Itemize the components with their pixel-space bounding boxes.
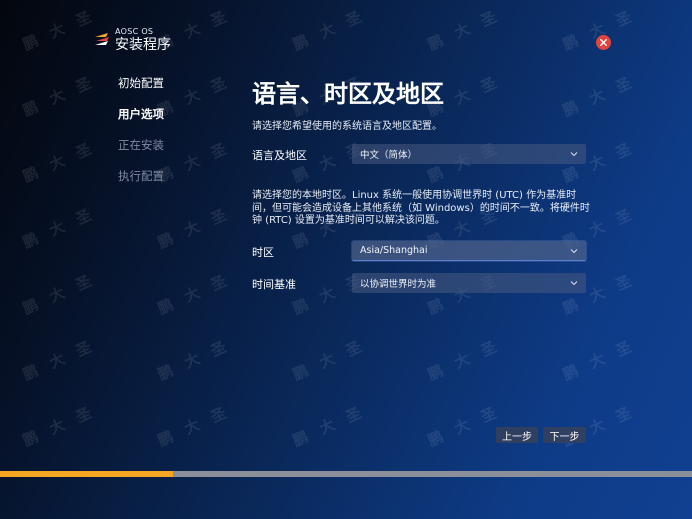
watermark-text: 鹏大圣 (20, 200, 107, 252)
watermark-text: 鹏大圣 (425, 332, 512, 384)
language-label: 语言及地区 (252, 149, 307, 162)
intro-text: 请选择您希望使用的系统语言及地区配置。 (252, 121, 442, 132)
install-progress-bar (0, 471, 692, 477)
watermark-text: 鹏大圣 (560, 68, 647, 120)
watermark-text: 鹏大圣 (155, 266, 242, 318)
watermark-text: 鹏大圣 (155, 68, 242, 120)
rtc-select[interactable]: 以协调世界时为准 (352, 273, 586, 293)
step-sidebar: 初始配置 用户选项 正在安装 执行配置 (118, 76, 164, 200)
rtc-label: 时间基准 (252, 278, 296, 291)
watermark-text: 鹏大圣 (155, 134, 242, 186)
watermark-text: 鹏大圣 (560, 332, 647, 384)
watermark-text: 鹏大圣 (290, 332, 377, 384)
rtc-select-value: 以协调世界时为准 (360, 279, 437, 290)
aosc-logo-icon (95, 33, 109, 45)
chevron-down-icon (570, 281, 578, 286)
step-post-config: 执行配置 (118, 169, 164, 183)
step-initial-config: 初始配置 (118, 76, 164, 90)
timezone-label: 时区 (252, 246, 274, 259)
watermark-text: 鹏大圣 (425, 2, 512, 54)
watermark-text: 鹏大圣 (20, 266, 107, 318)
app-brand: AOSC OS 安装程序 (93, 28, 171, 52)
language-select-value: 中文（简体） (360, 150, 418, 161)
watermark-text: 鹏大圣 (20, 332, 107, 384)
watermark-text: 鹏大圣 (290, 398, 377, 450)
watermark-text: 鹏大圣 (155, 398, 242, 450)
watermark-text: 鹏大圣 (20, 398, 107, 450)
close-icon (600, 39, 607, 46)
step-user-options: 用户选项 (118, 107, 164, 121)
chevron-down-icon (570, 152, 578, 157)
watermark-text: 鹏大圣 (290, 2, 377, 54)
watermark-text: 鹏大圣 (20, 134, 107, 186)
brand-app-title: 安装程序 (115, 37, 171, 53)
next-button[interactable]: 下一步 (543, 427, 586, 443)
language-select[interactable]: 中文（简体） (352, 144, 586, 164)
install-progress-fill (0, 471, 173, 477)
timezone-description: 请选择您的本地时区。Linux 系统一般使用协调世界时 (UTC) 作为基准时间… (252, 190, 590, 226)
timezone-select-value: Asia/Shanghai (360, 245, 428, 256)
close-button[interactable] (596, 35, 611, 50)
chevron-down-icon (570, 248, 578, 253)
step-installing: 正在安装 (118, 138, 164, 152)
timezone-select[interactable]: Asia/Shanghai (352, 241, 586, 261)
brand-os-name: AOSC OS (115, 27, 154, 36)
page-title: 语言、时区及地区 (252, 80, 444, 108)
watermark-text: 鹏大圣 (20, 68, 107, 120)
watermark-text: 鹏大圣 (425, 398, 512, 450)
previous-button[interactable]: 上一步 (496, 427, 538, 443)
watermark-text: 鹏大圣 (20, 2, 107, 54)
watermark-text: 鹏大圣 (155, 200, 242, 252)
watermark-text: 鹏大圣 (155, 332, 242, 384)
